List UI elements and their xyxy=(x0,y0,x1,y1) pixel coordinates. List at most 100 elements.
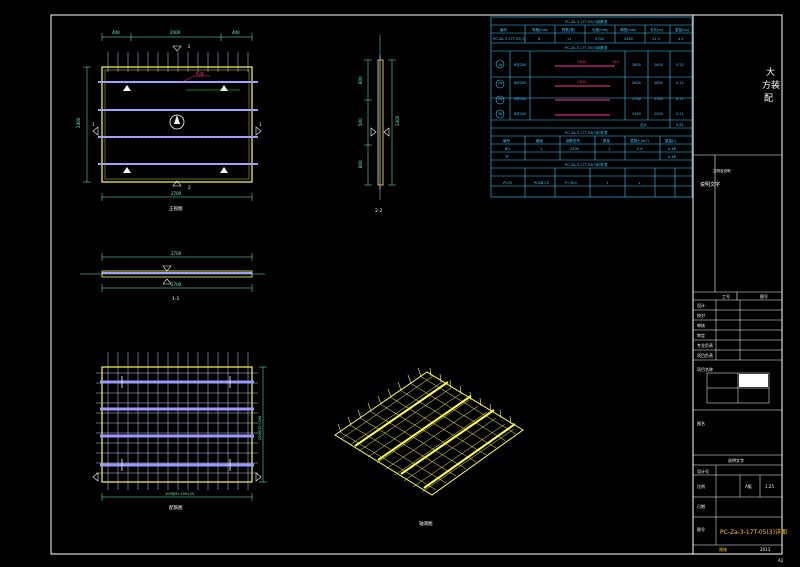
table3-r1-c3: P=300 xyxy=(565,181,577,185)
table-row-3-spec: 8@200 xyxy=(514,97,526,101)
cad-drawing-canvas[interactable]: 大 方装 配 工号 图号 设计 校对 审核 审定 专业负责 项目负责 项目名称 … xyxy=(0,0,800,567)
table-row-1-id: 1a xyxy=(498,63,502,67)
table-shape-label-2: 120 xyxy=(612,60,619,64)
table-row-2-total: 2800 xyxy=(654,81,663,85)
table-r0-c7: 4.5 xyxy=(678,37,684,41)
table2-head-2: 截面 xyxy=(536,138,544,143)
table-r0-c1: PC-Za-3-17T-05(3) xyxy=(493,37,526,41)
section-22-dim-b: 500 xyxy=(358,118,363,126)
section-22-dim-a: 800 xyxy=(358,76,363,84)
table2-head-4: 数量 xyxy=(603,138,611,143)
table-title-2: PC-Za-3-17T-05(3)构件表 xyxy=(565,130,608,135)
table3-r1-c4: 1 xyxy=(606,181,608,185)
title-char-1: 大 xyxy=(766,66,775,78)
table-shape-label-1: 2400 xyxy=(577,60,586,64)
rebar-dim-bottom: 100@9+100+20 xyxy=(165,492,194,496)
table-sum-val: 0.81 xyxy=(676,123,684,127)
callout-text: 桁架 xyxy=(196,70,204,76)
page-id: A2 xyxy=(778,558,784,563)
section-11-label: 1-1 xyxy=(172,296,179,302)
table3-r1-c1: PC03 xyxy=(503,181,512,185)
title-drawing-no-label: 图号 xyxy=(697,526,705,532)
title-label-6: 项目负责 xyxy=(697,352,713,358)
note-caption: 注明及说明 xyxy=(713,168,731,173)
table-row-4-len: 2400 xyxy=(632,112,641,116)
table2-head-6: 重量(t) xyxy=(665,138,677,143)
rebar-dim-right: 200@10+200 xyxy=(258,416,262,440)
title-label-3: 审核 xyxy=(697,322,705,328)
title-bottom-left: 建施 xyxy=(719,546,727,552)
section-11-dim-bottom: 2700 xyxy=(171,282,182,287)
title-label-5: 专业负责 xyxy=(697,342,713,348)
table-r0-c6: 11.5 xyxy=(652,37,660,41)
table2-r2-c1: TF xyxy=(504,155,509,159)
table-row-3-w: 0.21 xyxy=(676,97,684,101)
section-11-dim-top: 2700 xyxy=(171,251,182,256)
title-date-label: 日期 xyxy=(697,503,705,509)
section-22-dim-c: 800 xyxy=(358,160,363,168)
title-mid-caption: 项目名称 xyxy=(697,366,713,372)
iso-view-label: 轴测图 xyxy=(419,520,433,527)
table2-r2-c6: 0.48 xyxy=(668,155,676,159)
table-head-3: 根数(根) xyxy=(562,27,576,32)
table-title-1b: PC-Za-3-17T-05(3)钢筋表 xyxy=(565,45,608,50)
table-head-6: 总长(m) xyxy=(650,27,664,32)
table-r0-c4: 2700 xyxy=(595,37,604,41)
table-row-1-total: 2600 xyxy=(654,63,663,67)
table-row-4-id: 3b xyxy=(498,112,503,116)
table-head-1: 编号 xyxy=(500,27,508,32)
title-rev: A版 xyxy=(745,483,752,489)
table2-r1-c1: BH xyxy=(505,147,510,151)
title-scale: 1:25 xyxy=(765,484,774,489)
table-head-7: 重量(kg) xyxy=(675,27,690,32)
rebar-view-label: 配筋图 xyxy=(169,504,183,511)
table-head-5: 简图(mm) xyxy=(620,27,637,32)
table-row-4-spec: 8@200 xyxy=(514,112,526,116)
table-head-2: 规格(mm) xyxy=(532,27,549,32)
table2-r1-c6: 0.48 xyxy=(668,147,676,151)
section-22-dim-right: 2400 xyxy=(395,115,400,126)
title-cell-top-1: 工号 xyxy=(722,293,730,299)
table-sum-label: 合计 xyxy=(640,122,648,127)
table-row-2-w: 0.21 xyxy=(676,81,684,85)
plan-dim-top-right: 400 xyxy=(232,30,240,35)
table-title-3: PC-Za-3-17T-05(3)构件表 xyxy=(565,162,608,167)
table-row-1-w: 0.21 xyxy=(676,63,684,67)
table-r0-c5: 2400 xyxy=(624,37,633,41)
plan-view-label: 正视图 xyxy=(169,205,183,212)
table-r0-c2: 8 xyxy=(538,37,540,41)
title-label-4: 审定 xyxy=(697,332,705,338)
table-row-3-id: 3a xyxy=(498,97,502,101)
plan-dim-left: 2400 xyxy=(76,117,81,128)
table-row-1-len: 2600 xyxy=(632,63,641,67)
table-row-3-len: 2700 xyxy=(632,97,641,101)
table-head-4: 长度(mm) xyxy=(592,27,609,32)
table-row-4-total: 2000 xyxy=(654,112,663,116)
table-row-2-spec: 8@200 xyxy=(514,81,526,85)
table-row-1-spec: 8@200 xyxy=(514,63,526,67)
title-label-7: 设计号 xyxy=(697,468,709,474)
table2-head-5: 混凝土(m3) xyxy=(630,138,650,143)
plan-dim-top-mid: 2000 xyxy=(170,30,181,35)
table2-head-1: 编号 xyxy=(503,138,511,143)
table2-r1-c5: 0.6 xyxy=(637,147,643,151)
table2-r1-c4: 1 xyxy=(608,147,610,151)
title-label-2: 校对 xyxy=(697,312,705,318)
table2-r1-c3: 2400 xyxy=(570,147,579,151)
table-row-2-id: 2a xyxy=(498,81,502,85)
table2-r1-c2: 1 xyxy=(540,147,542,151)
table3-r1-c2: PCKB-25 xyxy=(534,181,549,185)
table-title-1: PC-Za-3-17T-05(3)钢筋表 xyxy=(565,19,608,24)
title-cell-top-2: 图号 xyxy=(760,293,768,299)
title-cell-fill xyxy=(739,374,768,387)
table2-head-3: 钢筋型号 xyxy=(566,138,580,143)
title-char-3: 配 xyxy=(764,93,773,104)
note-text: 说明文字 xyxy=(700,181,720,188)
title-label-1: 设计 xyxy=(697,302,705,308)
section-22-label: 2-2 xyxy=(375,208,382,214)
table-row-3-total: 2700 xyxy=(654,97,663,101)
title-drawing-no-val: 2013 xyxy=(760,547,771,552)
table3-r1-c5: 1 xyxy=(638,181,640,185)
plan-dim-bottom: 2700 xyxy=(171,191,182,196)
title-sheet-caption: 图名 xyxy=(697,420,705,426)
